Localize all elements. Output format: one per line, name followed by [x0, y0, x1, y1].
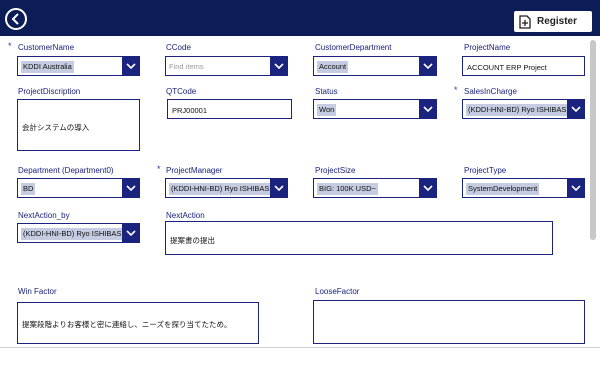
department-dropdown[interactable]: BD: [17, 178, 140, 198]
top-bar: Register: [0, 0, 600, 36]
status-dropdown[interactable]: Won: [313, 99, 437, 119]
next-action-textarea[interactable]: 提案書の提出: [165, 221, 553, 255]
project-type-dropdown[interactable]: SystemDevelopment: [462, 178, 585, 198]
vertical-scrollbar[interactable]: [590, 40, 596, 240]
ccode-placeholder: Find items: [169, 62, 204, 71]
next-action-value: 提案書の提出: [170, 236, 215, 245]
divider: [0, 347, 600, 348]
next-action-label: NextAction: [166, 211, 205, 220]
project-type-value: SystemDevelopment: [466, 183, 540, 195]
qtcode-label: QTCode: [166, 87, 197, 96]
ccode-label: CCode: [166, 43, 191, 52]
project-size-value: BIG: 100K USD~: [317, 183, 378, 195]
qtcode-value: PRJ00001: [172, 106, 208, 115]
ccode-combobox[interactable]: Find items: [165, 56, 288, 76]
win-factor-value: 提案段階よりお客様と密に連絡し、ニーズを探り当てたため。: [22, 320, 232, 329]
required-marker: *: [8, 41, 12, 51]
project-discription-label: ProjectDiscription: [18, 87, 81, 96]
sales-in-charge-value: (KDDI-HNI-BD) Ryo ISHIBASHI: [466, 104, 568, 116]
status-label: Status: [315, 87, 338, 96]
project-name-input[interactable]: ACCOUNT ERP Project: [462, 56, 585, 76]
next-action-by-label: NextAction_by: [18, 211, 70, 220]
register-button[interactable]: Register: [514, 11, 592, 32]
loose-factor-label: LooseFactor: [315, 287, 360, 296]
qtcode-input[interactable]: PRJ00001: [167, 99, 292, 119]
project-discription-textarea[interactable]: 会計システムの導入: [17, 99, 140, 151]
customer-department-dropdown[interactable]: Account: [313, 56, 437, 76]
status-value: Won: [317, 104, 337, 116]
chevron-down-icon[interactable]: [419, 179, 436, 197]
chevron-down-icon[interactable]: [567, 179, 584, 197]
customer-name-value: KDDI Australia: [21, 61, 74, 73]
chevron-down-icon[interactable]: [122, 179, 139, 197]
project-size-label: ProjectSize: [315, 166, 356, 175]
project-manager-value: (KDDI-HNI-BD) Ryo ISHIBASHI: [169, 183, 271, 195]
chevron-down-icon[interactable]: [419, 100, 436, 118]
project-name-label: ProjectName: [464, 43, 511, 52]
win-factor-textarea[interactable]: 提案段階よりお客様と密に連絡し、ニーズを探り当てたため。: [17, 302, 259, 344]
next-action-by-combobox[interactable]: (KDDI-HNI-BD) Ryo ISHIBASHI: [17, 223, 140, 243]
department-value: BD: [21, 183, 36, 195]
loose-factor-textarea[interactable]: [313, 300, 585, 344]
chevron-down-icon[interactable]: [419, 57, 436, 75]
back-button[interactable]: [5, 8, 27, 30]
project-discription-value: 会計システムの導入: [22, 123, 90, 132]
required-marker: *: [454, 85, 458, 95]
chevron-down-icon[interactable]: [122, 224, 139, 242]
project-manager-combobox[interactable]: (KDDI-HNI-BD) Ryo ISHIBASHI: [165, 178, 288, 198]
project-name-value: ACCOUNT ERP Project: [467, 63, 547, 72]
department-label: Department (Department0): [18, 166, 114, 175]
sales-in-charge-combobox[interactable]: (KDDI-HNI-BD) Ryo ISHIBASHI: [462, 99, 585, 119]
project-type-label: ProjectType: [464, 166, 507, 175]
customer-department-label: CustomerDepartment: [315, 43, 392, 52]
project-size-dropdown[interactable]: BIG: 100K USD~: [313, 178, 437, 198]
customer-name-label: CustomerName: [18, 43, 75, 52]
chevron-left-icon: [11, 13, 19, 25]
chevron-down-icon[interactable]: [270, 179, 287, 197]
add-document-icon: [519, 14, 531, 29]
chevron-down-icon[interactable]: [122, 57, 139, 75]
customer-name-dropdown[interactable]: KDDI Australia: [17, 56, 140, 76]
sales-in-charge-label: SalesInCharge: [464, 87, 517, 96]
chevron-down-icon[interactable]: [567, 100, 584, 118]
next-action-by-value: (KDDI-HNI-BD) Ryo ISHIBASHI: [21, 228, 123, 240]
win-factor-label: Win Factor: [18, 287, 57, 296]
chevron-down-icon[interactable]: [270, 57, 287, 75]
register-label: Register: [537, 16, 578, 27]
project-manager-label: ProjectManager: [166, 166, 223, 175]
required-marker: *: [157, 164, 161, 174]
customer-department-value: Account: [317, 61, 349, 73]
